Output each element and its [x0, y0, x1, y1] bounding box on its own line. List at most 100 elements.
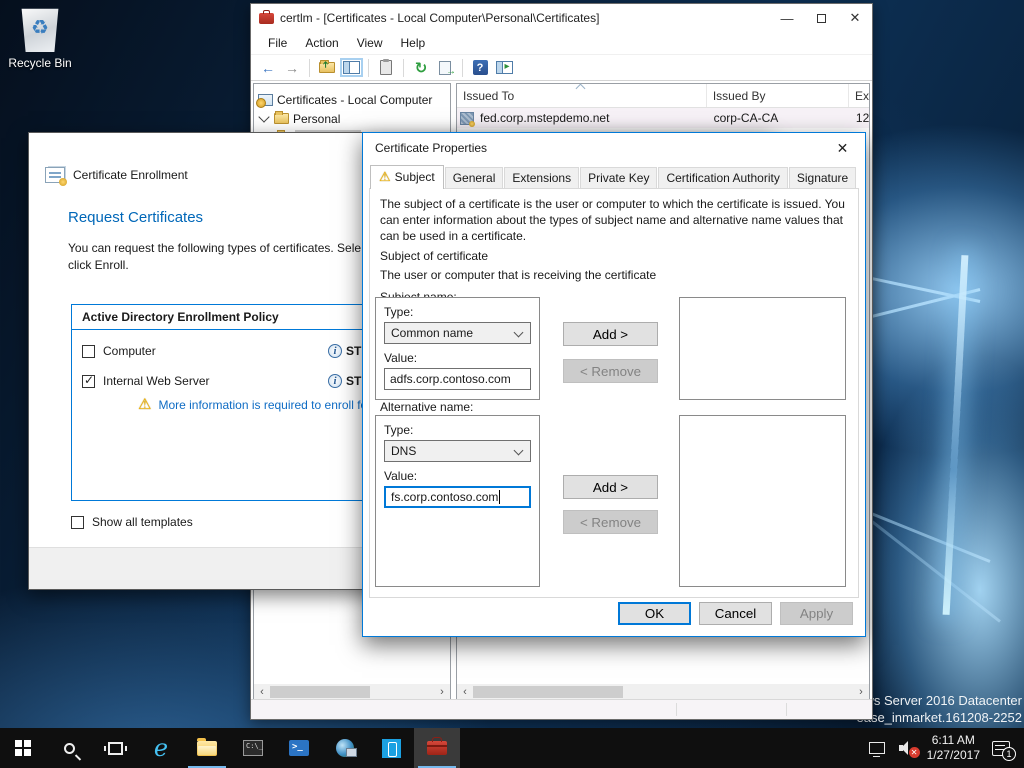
- server-tools-button[interactable]: [322, 728, 368, 768]
- network-icon[interactable]: [869, 742, 885, 754]
- warning-icon: ⚠: [138, 399, 151, 411]
- cancel-button[interactable]: Cancel: [699, 602, 772, 625]
- volume-muted-icon[interactable]: ✕: [899, 741, 915, 755]
- subject-remove-button[interactable]: < Remove: [563, 359, 658, 383]
- minimize-button[interactable]: —: [770, 5, 804, 32]
- forward-icon[interactable]: →: [281, 58, 303, 78]
- close-button[interactable]: ✕: [838, 5, 872, 32]
- alt-value-text: fs.corp.contoso.com: [391, 490, 498, 504]
- tab-extensions[interactable]: Extensions: [504, 167, 579, 188]
- menu-bar: File Action View Help: [251, 32, 872, 55]
- subject-value-input[interactable]: adfs.corp.contoso.com: [384, 368, 531, 390]
- subject-add-button[interactable]: Add >: [563, 322, 658, 346]
- subject-type-value: Common name: [391, 326, 473, 340]
- command-prompt-button[interactable]: C:\_: [230, 728, 276, 768]
- tab-private-key[interactable]: Private Key: [580, 167, 657, 188]
- wallpaper-logo-glow: [943, 255, 969, 615]
- show-all-templates-checkbox[interactable]: [71, 516, 84, 529]
- column-issued-by[interactable]: Issued By: [707, 84, 849, 107]
- scrollbar-thumb[interactable]: [473, 686, 623, 698]
- tree-item-personal[interactable]: Personal: [254, 109, 450, 128]
- menu-view[interactable]: View: [348, 36, 392, 50]
- certificate-row[interactable]: fed.corp.mstepdemo.net corp-CA-CA 12: [457, 108, 869, 128]
- list-horizontal-scrollbar[interactable]: ‹ ›: [457, 684, 869, 700]
- refresh-icon[interactable]: ↻: [410, 58, 432, 78]
- up-one-level-icon[interactable]: [316, 58, 338, 78]
- type-label: Type:: [384, 423, 539, 437]
- dialog-title: Certificate Properties: [375, 141, 820, 155]
- action-center-icon[interactable]: 1: [992, 741, 1010, 756]
- alternative-name-listbox[interactable]: [679, 415, 846, 587]
- alt-add-button[interactable]: Add >: [563, 475, 658, 499]
- menu-action[interactable]: Action: [296, 36, 347, 50]
- tab-label: Subject: [395, 170, 435, 184]
- tab-label: Private Key: [588, 171, 649, 185]
- security-app-button[interactable]: [368, 728, 414, 768]
- internal-web-server-checkbox[interactable]: [82, 375, 95, 388]
- certlm-taskbar-button[interactable]: [414, 728, 460, 768]
- export-list-icon[interactable]: [434, 58, 456, 78]
- scroll-left-icon[interactable]: ‹: [254, 686, 270, 698]
- command-prompt-icon: C:\_: [243, 740, 263, 756]
- more-information-link[interactable]: More information is required to enroll f…: [158, 398, 384, 412]
- value-label: Value:: [384, 469, 539, 483]
- tree-horizontal-scrollbar[interactable]: ‹ ›: [254, 684, 450, 700]
- tab-label: Signature: [797, 171, 848, 185]
- clock-date: 1/27/2017: [927, 748, 980, 763]
- tab-general[interactable]: General: [445, 167, 504, 188]
- recycle-bin-label: Recycle Bin: [8, 56, 72, 70]
- alt-remove-button[interactable]: < Remove: [563, 510, 658, 534]
- show-all-templates-row[interactable]: Show all templates: [71, 515, 193, 529]
- status-text: ST: [346, 374, 361, 388]
- alt-type-value: DNS: [391, 444, 416, 458]
- new-window-icon[interactable]: [493, 58, 515, 78]
- back-icon[interactable]: ←: [257, 58, 279, 78]
- toolbar-separator: [368, 59, 369, 77]
- subject-name-listbox[interactable]: [679, 297, 846, 400]
- taskbar-clock[interactable]: 6:11 AM 1/27/2017: [927, 733, 980, 763]
- ok-button[interactable]: OK: [618, 602, 691, 625]
- maximize-button[interactable]: [804, 5, 838, 32]
- internet-explorer-button[interactable]: e: [138, 728, 184, 768]
- tree-item-label: Certificates - Local Computer: [277, 93, 432, 107]
- show-console-tree-icon[interactable]: [340, 58, 362, 78]
- search-button[interactable]: [46, 728, 92, 768]
- computer-checkbox[interactable]: [82, 345, 95, 358]
- tree-item-root[interactable]: Certificates - Local Computer: [254, 90, 450, 109]
- tab-certification-authority[interactable]: Certification Authority: [658, 167, 787, 188]
- subject-type-dropdown[interactable]: Common name: [384, 322, 531, 344]
- dialog-titlebar[interactable]: Certificate Properties ✕: [363, 133, 865, 163]
- alt-value-input[interactable]: fs.corp.contoso.com: [384, 486, 531, 508]
- scroll-left-icon[interactable]: ‹: [457, 686, 473, 698]
- info-icon[interactable]: i: [328, 374, 342, 388]
- powershell-icon: >_: [289, 740, 309, 756]
- task-view-button[interactable]: [92, 728, 138, 768]
- notification-badge: 1: [1002, 747, 1016, 761]
- recycle-bin-icon[interactable]: [20, 6, 60, 52]
- info-icon[interactable]: i: [328, 344, 342, 358]
- dialog-close-icon[interactable]: ✕: [820, 134, 865, 163]
- certlm-titlebar[interactable]: certlm - [Certificates - Local Computer\…: [251, 4, 872, 32]
- recycle-bin-shortcut[interactable]: Recycle Bin: [8, 6, 72, 70]
- tab-subject[interactable]: ⚠ Subject: [370, 165, 444, 189]
- cell-expiration: 12: [850, 111, 869, 125]
- alt-type-dropdown[interactable]: DNS: [384, 440, 531, 462]
- maximize-icon: [817, 14, 826, 23]
- help-icon[interactable]: ?: [469, 58, 491, 78]
- expand-chevron-icon[interactable]: [258, 111, 269, 122]
- template-status: i ST: [328, 374, 361, 388]
- tab-signature[interactable]: Signature: [789, 167, 856, 188]
- apply-button[interactable]: Apply: [780, 602, 853, 625]
- file-explorer-button[interactable]: [184, 728, 230, 768]
- scroll-right-icon[interactable]: ›: [434, 686, 450, 698]
- certificates-snapin-icon: [258, 94, 273, 106]
- column-expiration[interactable]: Ex: [849, 84, 869, 107]
- scroll-right-icon[interactable]: ›: [853, 686, 869, 698]
- scrollbar-thumb[interactable]: [270, 686, 370, 698]
- start-button[interactable]: [0, 728, 46, 768]
- properties-clipboard-icon[interactable]: [375, 58, 397, 78]
- menu-file[interactable]: File: [259, 36, 296, 50]
- folder-icon: [274, 113, 289, 124]
- powershell-button[interactable]: >_: [276, 728, 322, 768]
- menu-help[interactable]: Help: [392, 36, 435, 50]
